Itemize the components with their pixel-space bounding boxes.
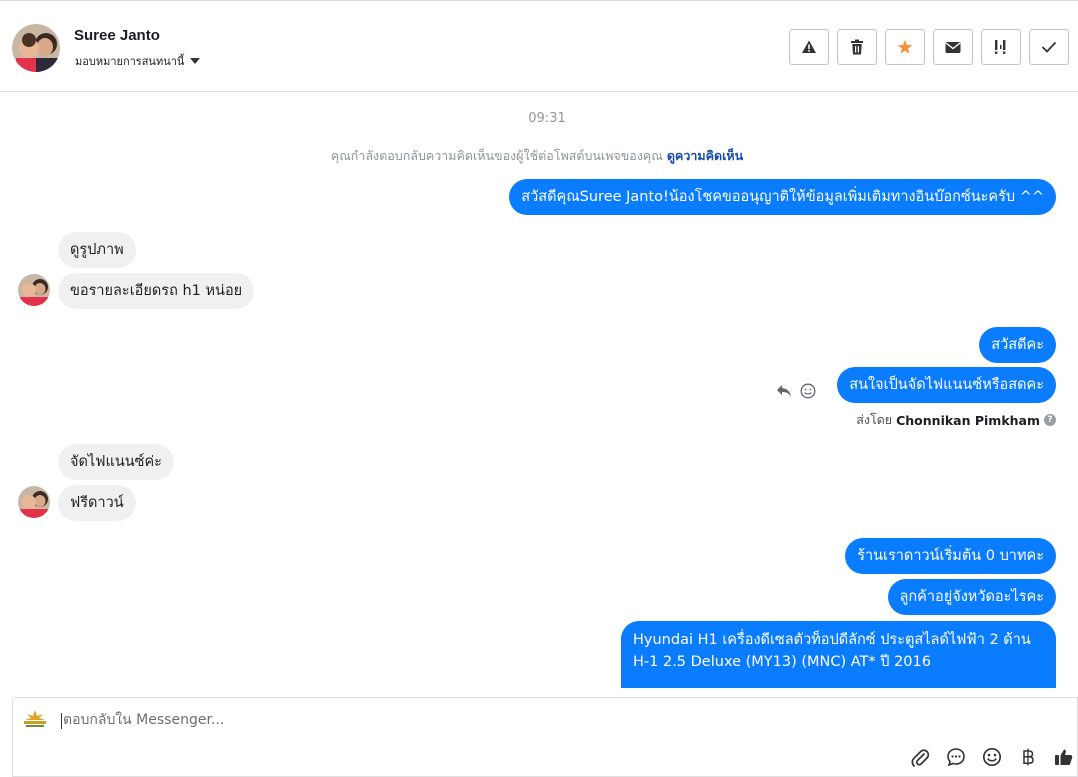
reply-icon[interactable] bbox=[776, 384, 792, 398]
incoming-message[interactable]: ดูรูปภาพ bbox=[58, 232, 136, 268]
star-icon bbox=[897, 40, 913, 54]
sent-by-prefix: ส่งโดย bbox=[856, 412, 893, 427]
contact-name[interactable]: Suree Janto bbox=[74, 27, 160, 44]
comment-reply-notice: คุณกำลังตอบกลับความคิดเห็นของผู้ใช้ต่อโพ… bbox=[0, 146, 1074, 166]
conversation-toolbar bbox=[789, 29, 1069, 65]
delete-button[interactable] bbox=[837, 29, 877, 65]
incoming-message[interactable]: ขอรายละเอียดรถ h1 หน่อย bbox=[58, 273, 255, 309]
view-comment-link[interactable]: ดูความคิดเห็น bbox=[667, 148, 743, 163]
priority-icon bbox=[995, 40, 1006, 54]
outgoing-message[interactable]: สวัสดีคะ bbox=[979, 327, 1056, 363]
sent-by-label: ส่งโดย Chonnikan Pimkham ? bbox=[856, 410, 1056, 430]
assign-label: มอบหมายการสนทนานี้ bbox=[75, 55, 185, 68]
contact-avatar[interactable] bbox=[12, 24, 60, 72]
outgoing-message[interactable]: สวัสดีคุณSuree Janto!น้องโชคขออนุญาติให้… bbox=[509, 179, 1056, 215]
follow-up-button[interactable] bbox=[981, 29, 1021, 65]
notice-text: คุณกำลังตอบกลับความคิดเห็นของผู้ใช้ต่อโพ… bbox=[330, 148, 663, 163]
sent-by-name: Chonnikan Pimkham bbox=[896, 412, 1040, 428]
assign-conversation-dropdown[interactable]: มอบหมายการสนทนานี้ bbox=[75, 52, 201, 70]
message-timestamp: 09:31 bbox=[528, 111, 566, 126]
mark-unread-button[interactable] bbox=[933, 29, 973, 65]
sender-avatar[interactable] bbox=[18, 274, 50, 306]
mark-done-button[interactable] bbox=[1029, 29, 1069, 65]
outgoing-message[interactable]: ร้านเราดาวน์เริ่มต้น 0 บาทคะ bbox=[845, 538, 1056, 574]
message-line: H-1 2.5 Deluxe (MY13) (MNC) AT* ปี 2016 bbox=[633, 654, 931, 670]
sender-avatar[interactable] bbox=[18, 486, 50, 518]
conversation-header: Suree Janto มอบหมายการสนทนานี้ bbox=[0, 0, 1078, 92]
baht-icon[interactable] bbox=[1017, 746, 1039, 768]
message-thread[interactable]: 09:31 คุณกำลังตอบกลับความคิดเห็นของผู้ใช… bbox=[0, 92, 1078, 688]
check-icon bbox=[1041, 41, 1057, 53]
mark-spam-button[interactable] bbox=[789, 29, 829, 65]
saved-reply-icon[interactable] bbox=[945, 746, 967, 768]
warning-icon bbox=[802, 40, 816, 53]
emoji-reaction-icon[interactable] bbox=[800, 383, 816, 399]
incoming-message[interactable]: จัดไฟแนนซ์ค่ะ bbox=[58, 444, 174, 480]
help-icon[interactable]: ? bbox=[1044, 414, 1056, 426]
star-button[interactable] bbox=[885, 29, 925, 65]
thumbs-up-icon[interactable] bbox=[1053, 746, 1075, 768]
outgoing-message[interactable]: ลูกค้าอยู่จังหวัดอะไรคะ bbox=[887, 579, 1056, 615]
trash-icon bbox=[851, 39, 863, 55]
composer-tools bbox=[909, 746, 1075, 768]
page-logo bbox=[22, 708, 48, 730]
emoji-icon[interactable] bbox=[981, 746, 1003, 768]
reply-composer bbox=[12, 697, 1078, 777]
text-cursor bbox=[61, 713, 62, 729]
message-line: Hyundai H1 เครื่องดีเซลตัวท็อปดีลักซ์ ปร… bbox=[633, 632, 1031, 648]
chevron-down-icon bbox=[190, 58, 201, 64]
envelope-icon bbox=[945, 41, 961, 53]
message-actions bbox=[776, 383, 816, 399]
attachment-icon[interactable] bbox=[909, 746, 931, 768]
outgoing-message[interactable]: สนใจเป็นจัดไฟแนนซ์หรือสดคะ bbox=[837, 367, 1056, 403]
incoming-message[interactable]: ฟรีดาวน์ bbox=[58, 485, 136, 521]
outgoing-message[interactable]: Hyundai H1 เครื่องดีเซลตัวท็อปดีลักซ์ ปร… bbox=[621, 621, 1056, 688]
reply-input[interactable] bbox=[63, 708, 863, 732]
